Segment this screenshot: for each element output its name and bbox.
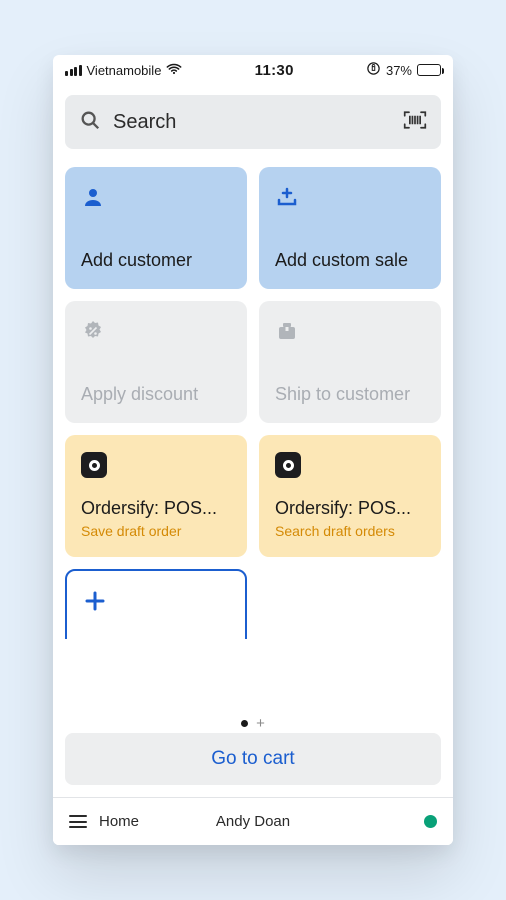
carrier-label: Vietnamobile xyxy=(87,63,162,78)
home-label[interactable]: Home xyxy=(99,813,139,830)
status-bar: Vietnamobile 11:30 37% xyxy=(53,55,453,85)
tile-ordersify-save[interactable]: Ordersify: POS... Save draft order xyxy=(65,435,247,557)
fade-overlay xyxy=(53,687,453,735)
tile-label: Apply discount xyxy=(81,384,231,405)
person-icon xyxy=(81,183,231,211)
orientation-lock-icon xyxy=(366,61,381,79)
barcode-scan-icon[interactable] xyxy=(403,110,427,135)
battery-percent: 37% xyxy=(386,63,412,78)
go-to-cart-button[interactable]: Go to cart xyxy=(65,733,441,785)
battery-icon xyxy=(417,64,441,76)
tile-label: Ship to customer xyxy=(275,384,425,405)
discount-icon xyxy=(81,317,231,345)
tile-label: Add customer xyxy=(81,250,231,271)
content-area: Search Add customer xyxy=(53,85,453,845)
bottom-bar: Home Andy Doan xyxy=(53,797,453,845)
upload-plus-icon xyxy=(275,183,425,211)
tile-add-tile[interactable]: Add tile xyxy=(65,569,247,639)
search-bar[interactable]: Search xyxy=(65,95,441,149)
search-placeholder: Search xyxy=(113,111,391,134)
app-icon xyxy=(81,451,231,479)
wifi-icon xyxy=(166,61,182,80)
user-name[interactable]: Andy Doan xyxy=(216,813,290,830)
tile-add-custom-sale[interactable]: Add custom sale xyxy=(259,167,441,289)
status-dot-icon[interactable] xyxy=(424,815,437,828)
pos-screen: Vietnamobile 11:30 37% Search xyxy=(53,55,453,845)
signal-icon xyxy=(65,65,82,76)
tile-add-customer[interactable]: Add customer xyxy=(65,167,247,289)
plus-icon xyxy=(83,587,229,615)
tile-subtitle: Search draft orders xyxy=(275,523,425,539)
search-icon xyxy=(79,109,101,136)
clock: 11:30 xyxy=(255,62,294,79)
cart-button-label: Go to cart xyxy=(211,748,294,770)
app-icon xyxy=(275,451,425,479)
tile-subtitle: Save draft order xyxy=(81,523,231,539)
tile-title: Ordersify: POS... xyxy=(81,498,231,519)
tile-ordersify-search[interactable]: Ordersify: POS... Search draft orders xyxy=(259,435,441,557)
tile-ship-to-customer: Ship to customer xyxy=(259,301,441,423)
tile-title: Ordersify: POS... xyxy=(275,498,425,519)
menu-icon[interactable] xyxy=(69,815,87,828)
tile-grid: Add customer Add custom sale Apply disco… xyxy=(65,167,441,639)
package-icon xyxy=(275,317,425,345)
tile-label: Add custom sale xyxy=(275,250,425,271)
tile-apply-discount: Apply discount xyxy=(65,301,247,423)
